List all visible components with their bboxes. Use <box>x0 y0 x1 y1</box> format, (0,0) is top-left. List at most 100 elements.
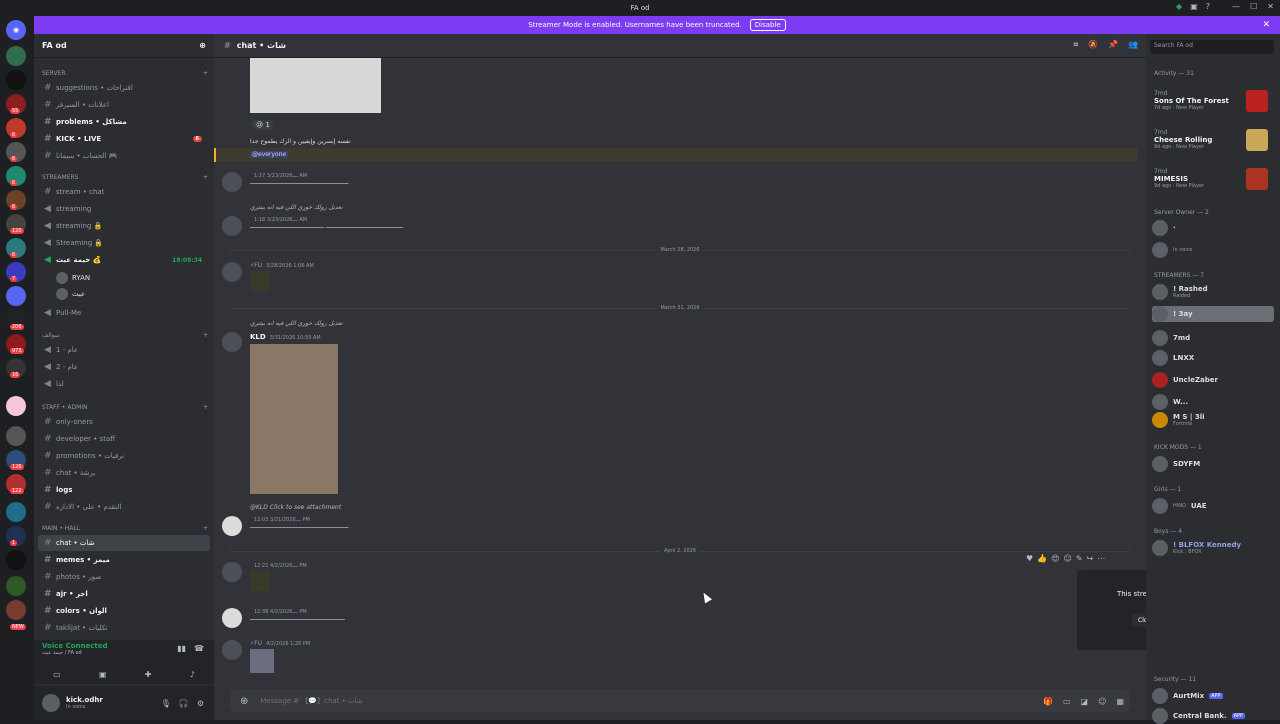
category-server[interactable]: SERVER + <box>42 70 208 77</box>
signal-icon[interactable]: ▮▮ <box>177 644 186 653</box>
channel-logs[interactable]: # logs <box>38 482 210 498</box>
member-item[interactable]: · <box>1152 220 1176 236</box>
channel-stream-chat[interactable]: # stream • chat <box>38 184 210 200</box>
username[interactable]: ـــ <box>292 608 297 615</box>
voice-streaming-locked-2[interactable]: ◀ Streaming 🔒 <box>38 235 210 251</box>
member-item[interactable]: UncleZaber <box>1152 372 1218 388</box>
camera-off-icon[interactable]: ▭ <box>53 670 61 679</box>
server-icon[interactable] <box>6 46 26 66</box>
member-item[interactable]: M S | 3li Fortnite <box>1152 412 1205 428</box>
message-composer[interactable]: ⊕ Message # 【💬】chat • شات 🎁 ▭ ◪ ☺ ▦ <box>230 690 1130 712</box>
gift-icon[interactable]: 🎁 <box>1043 697 1053 706</box>
help-icon[interactable]: ? <box>1206 2 1210 11</box>
server-icon[interactable] <box>6 502 26 522</box>
channel-problems[interactable]: # problems • مشاكل <box>38 114 210 130</box>
server-header[interactable]: FA od ⊕ <box>34 34 214 58</box>
soundboard-icon[interactable]: ♪ <box>190 670 195 679</box>
channel-apply[interactable]: # التقدم • على • الاداره <box>38 499 210 515</box>
more-icon[interactable]: ⋯ <box>1097 554 1105 563</box>
gif-attachment[interactable] <box>250 344 338 494</box>
channel-suggestions[interactable]: # suggestions • اقتراحات <box>38 80 210 96</box>
add-member-icon[interactable]: ⊕ <box>199 41 206 50</box>
server-icon[interactable] <box>6 426 26 446</box>
reply-preview[interactable]: @KLD Click to see attachment <box>250 504 341 511</box>
member-item[interactable]: ! Rashed Raided <box>1152 284 1208 300</box>
channel-chat[interactable]: # chat • شات <box>38 535 210 551</box>
channel-only-oners[interactable]: # only-oners <box>38 414 210 430</box>
voice-streaming[interactable]: ◀ streaming <box>38 201 210 217</box>
category-main[interactable]: MAIN • HALL + <box>42 525 208 532</box>
category-voice[interactable]: سوالف + <box>42 332 208 339</box>
gif-icon[interactable]: ▭ <box>1063 697 1071 706</box>
member-item[interactable]: W... <box>1152 394 1188 410</box>
avatar[interactable] <box>222 562 242 582</box>
headphones-icon[interactable]: 🎧 <box>179 699 189 708</box>
server-icon[interactable] <box>6 600 26 620</box>
channel-announcements[interactable]: # اعلانات • السيرفر <box>38 97 210 113</box>
channel-account[interactable]: # الحساب • سيمانا 🎮 <box>38 148 210 164</box>
member-item[interactable]: ! BLFOX Kennedy Kick : BFOX <box>1152 540 1241 556</box>
server-icon[interactable] <box>6 70 26 90</box>
disable-button[interactable]: Disable <box>749 19 786 31</box>
voice-pull-me[interactable]: ◀ Pull-Me <box>38 305 210 321</box>
sticker-image[interactable] <box>250 649 274 673</box>
pin-icon[interactable]: 📌 <box>1108 40 1118 50</box>
members-icon[interactable]: 👥 <box>1128 40 1138 50</box>
member-item[interactable]: 7md <box>1152 330 1190 346</box>
mic-icon[interactable]: 🎙 <box>161 699 171 708</box>
screen-share-icon[interactable]: ▣ <box>99 670 107 679</box>
member-item[interactable]: LNXX <box>1152 350 1194 366</box>
sticker-image[interactable] <box>250 271 270 291</box>
voice-user[interactable]: عيث <box>56 288 85 300</box>
channel-memes[interactable]: # memes • ميمز <box>38 552 210 568</box>
username[interactable]: ـــ <box>292 172 297 179</box>
category-staff[interactable]: STAFF • ADMIN + <box>42 404 208 411</box>
activity-card[interactable]: 7md Cheese Rolling 9d ago · New Player <box>1154 129 1268 151</box>
edit-icon[interactable]: ✎ <box>1076 554 1083 563</box>
voice-general-1[interactable]: ◀ عام - 1 <box>38 342 210 358</box>
avatar[interactable] <box>222 640 242 660</box>
discord-home-icon[interactable]: ◉ <box>6 20 26 40</box>
channel-ajr[interactable]: # ajr • اجر <box>38 586 210 602</box>
mute-icon[interactable]: 🔕 <box>1088 40 1098 50</box>
close-banner-icon[interactable]: ✕ <box>1262 20 1270 30</box>
channel-developer[interactable]: # developer • staff <box>38 431 210 447</box>
username[interactable]: KLD <box>250 333 266 341</box>
server-icon[interactable] <box>6 286 26 306</box>
username[interactable]: ـــ <box>292 562 297 569</box>
everyone-mention[interactable]: @everyone <box>250 151 289 158</box>
avatar[interactable] <box>222 516 242 536</box>
channel-kick-live[interactable]: # KICK • LIVE 6 <box>38 131 210 147</box>
update-icon[interactable]: ◆ <box>1176 2 1182 11</box>
activity-icon[interactable]: ✚ <box>145 670 152 679</box>
minimize-icon[interactable]: — <box>1232 2 1240 11</box>
voice-general-2[interactable]: ◀ عام - 2 <box>38 359 210 375</box>
channel-taklijat[interactable]: # taklijat • تكليات <box>38 620 210 636</box>
activity-card[interactable]: 7md Sons Of The Forest 7d ago · New Player <box>1154 90 1268 112</box>
channel-photos[interactable]: # photos • صور <box>38 569 210 585</box>
forward-icon[interactable]: ↪ <box>1087 554 1094 563</box>
add-reaction-icon[interactable]: ☺ <box>1063 554 1071 563</box>
inbox-icon[interactable]: ▣ <box>1190 2 1198 11</box>
activity-card[interactable]: 7md MIMESIS 9d ago · New Player <box>1154 168 1268 190</box>
channel-staff-chat[interactable]: # chat • برشة <box>38 465 210 481</box>
channel-promotions[interactable]: # promotions • ترقيات <box>38 448 210 464</box>
sticker-icon[interactable]: ◪ <box>1081 697 1089 706</box>
reply-preview[interactable]: تعديل رولك خوري اللي فيه انه بيتتري <box>250 320 343 327</box>
server-icon[interactable] <box>6 576 26 596</box>
voice-user[interactable]: RYAN <box>56 272 90 284</box>
threads-icon[interactable]: ⌗ <box>1074 40 1079 50</box>
avatar[interactable] <box>222 332 242 352</box>
voice-streaming-locked[interactable]: ◀ streaming 🔒 <box>38 218 210 234</box>
sticker-image[interactable] <box>250 571 270 591</box>
apps-icon[interactable]: ▦ <box>1116 697 1124 706</box>
reply-preview[interactable]: تعديل رولك خوري اللي فيه انه بيتتري <box>250 204 343 211</box>
member-item[interactable]: AurtMix APP <box>1152 688 1223 704</box>
username[interactable]: ـــ <box>292 216 297 223</box>
server-icon[interactable] <box>6 550 26 570</box>
server-icon[interactable] <box>6 396 26 416</box>
add-attachment-icon[interactable]: ⊕ <box>240 696 248 707</box>
search-input[interactable]: Search FA od <box>1150 40 1274 54</box>
disconnect-icon[interactable]: ☎ <box>194 644 204 653</box>
thumbs-up-icon[interactable]: 👍 <box>1037 554 1047 563</box>
